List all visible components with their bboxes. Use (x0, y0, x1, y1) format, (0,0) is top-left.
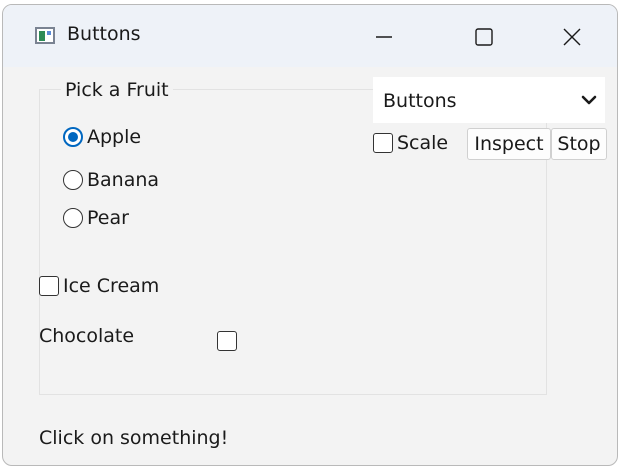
radio-apple[interactable]: Apple (63, 126, 141, 148)
maximize-button[interactable] (461, 15, 507, 59)
radio-apple-label: Apple (87, 126, 142, 148)
radio-pear[interactable]: Pear (63, 207, 129, 229)
ice-cream-checkbox[interactable]: Ice Cream (39, 275, 159, 297)
ice-cream-label: Ice Cream (63, 275, 160, 297)
app-icon (35, 27, 55, 44)
minimize-icon (376, 36, 392, 38)
radio-banana[interactable]: Banana (63, 169, 159, 191)
chocolate-checkbox[interactable] (217, 331, 237, 351)
fruit-group-title: Pick a Fruit (61, 79, 173, 101)
widget-select[interactable]: Buttons (373, 77, 605, 123)
title-bar[interactable]: Buttons (3, 5, 617, 67)
chevron-down-icon (581, 95, 597, 105)
close-button[interactable] (549, 15, 595, 59)
checkbox-box[interactable] (39, 276, 59, 296)
chocolate-label: Chocolate (39, 325, 135, 347)
app-window: Buttons Pick a Fruit Apple Banana Pear I… (2, 4, 618, 466)
radio-button-checked[interactable] (63, 127, 83, 147)
inspect-button[interactable]: Inspect (467, 128, 551, 160)
radio-button[interactable] (63, 208, 83, 228)
window-title: Buttons (67, 23, 141, 45)
radio-button[interactable] (63, 170, 83, 190)
minimize-button[interactable] (361, 15, 407, 59)
status-text: Click on something! (39, 427, 229, 449)
scale-checkbox[interactable]: Scale (373, 132, 448, 154)
checkbox-box[interactable] (373, 133, 393, 153)
radio-pear-label: Pear (87, 207, 129, 229)
radio-banana-label: Banana (87, 169, 160, 191)
scale-label: Scale (397, 132, 449, 154)
close-icon (563, 28, 581, 46)
select-value: Buttons (383, 90, 457, 112)
maximize-icon (475, 28, 493, 46)
stop-button[interactable]: Stop (551, 128, 607, 160)
